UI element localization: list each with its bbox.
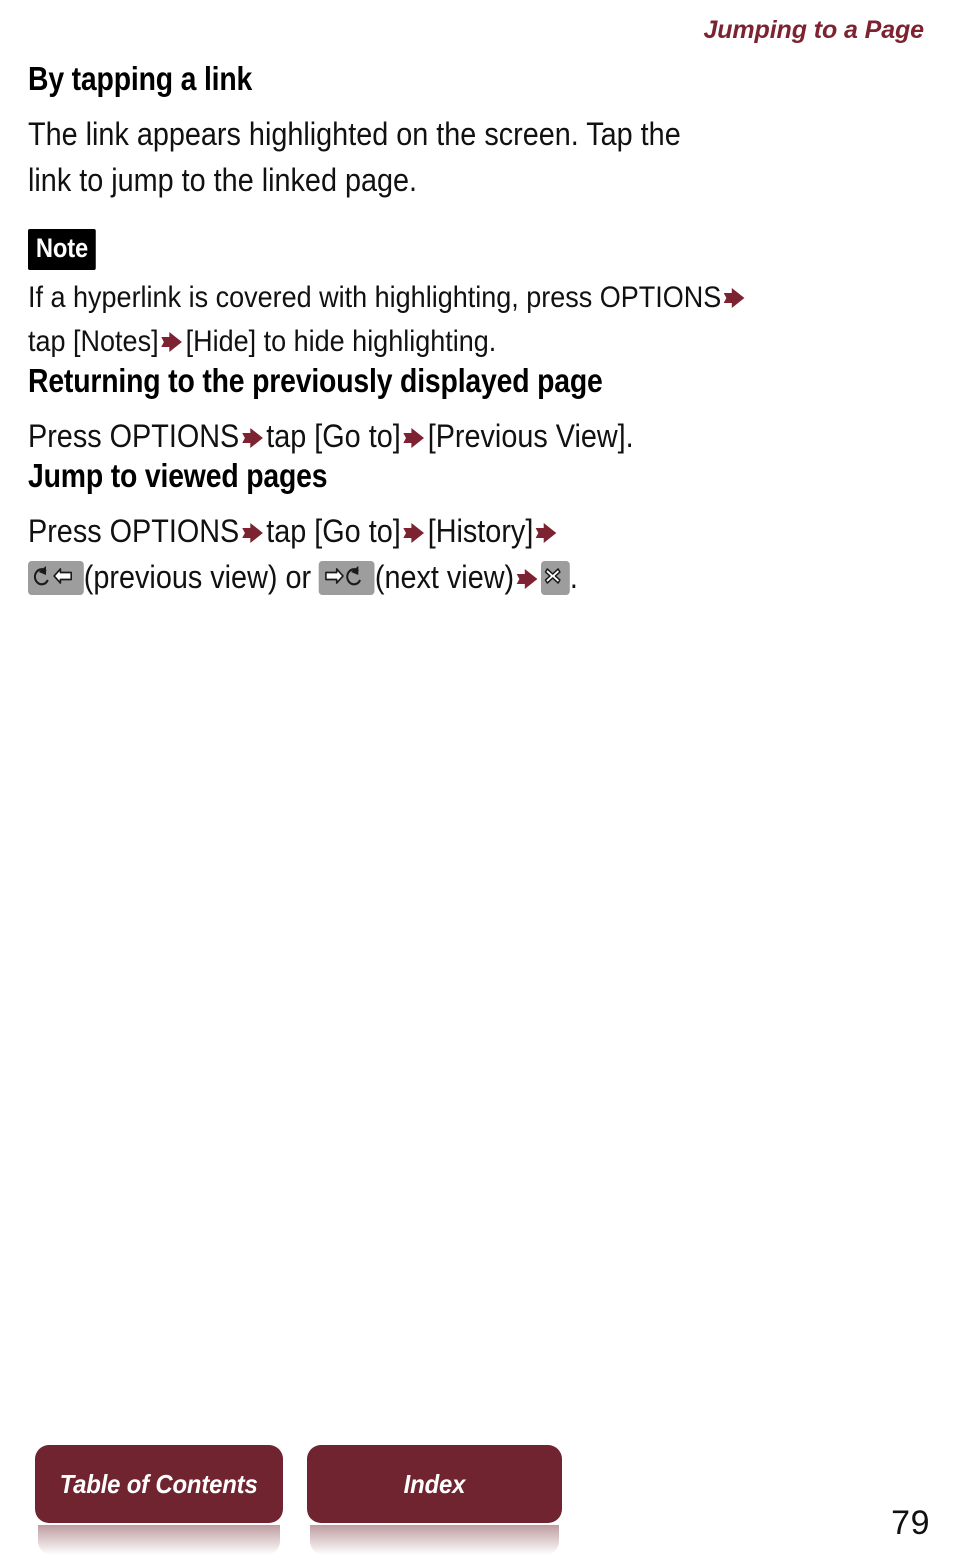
index-button-reflection [310,1525,559,1555]
page-number: 79 [891,1504,930,1542]
table-of-contents-button[interactable]: Table of Contents [35,1445,283,1523]
table-of-contents-button-label: Table of Contents [59,1468,258,1499]
red-right-arrow-icon [161,331,183,353]
index-button[interactable]: Index [307,1445,562,1523]
note-line: If a hyperlink is covered with highlight… [28,281,722,314]
red-right-arrow-icon [516,568,539,590]
close-key-icon [541,561,570,595]
note-badge: Note [28,229,96,270]
running-header-title: Jumping to a Page [703,16,924,44]
paragraph-jump-to-viewed-pages: Press OPTIONS tap [Go to] [History] (previ… [28,508,925,600]
red-right-arrow-icon [241,522,264,544]
section-heading-jump-to-viewed-pages: Jump to viewed pages [28,457,328,494]
body-fragment: [Previous View]. [427,418,634,454]
section-heading-returning-to-previous-page: Returning to the previously displayed pa… [28,362,603,399]
body-line: The link appears highlighted on the scre… [28,116,681,152]
paragraph-returning-to-previous-page: Press OPTIONS tap [Go to] [Previous View]. [28,413,925,459]
red-right-arrow-icon [403,522,425,544]
note-line: tap [Notes] [28,325,159,358]
section-heading-by-tapping-a-link: By tapping a link [28,60,253,97]
red-right-arrow-icon [241,427,264,449]
note-block: Note [28,229,926,270]
note-line: [Hide] to hide highlighting. [185,325,497,358]
body-line: link to jump to the linked page. [28,162,418,198]
body-fragment: Press OPTIONS [28,418,240,454]
next-view-key-icon [319,561,375,595]
body-fragment: (next view) [374,559,515,595]
body-fragment: [History] [427,513,534,549]
red-right-arrow-icon [536,522,558,544]
body-fragment: (previous view) or [83,559,312,595]
page-content: By tapping a link The link appears highl… [28,62,926,600]
body-fragment: Press OPTIONS [28,513,240,549]
red-right-arrow-icon [403,427,425,449]
paragraph-note-body: If a hyperlink is covered with highlight… [28,276,925,364]
body-fragment: . [569,559,578,595]
previous-view-key-icon [28,561,84,595]
index-button-label: Index [403,1468,466,1499]
footer-navigation: Table of Contents Index 79 [0,1437,954,1557]
body-fragment: tap [Go to] [266,513,401,549]
paragraph-by-tapping-a-link: The link appears highlighted on the scre… [28,111,925,203]
toc-button-reflection [38,1525,280,1555]
body-fragment: tap [Go to] [266,418,401,454]
red-right-arrow-icon [724,287,746,309]
